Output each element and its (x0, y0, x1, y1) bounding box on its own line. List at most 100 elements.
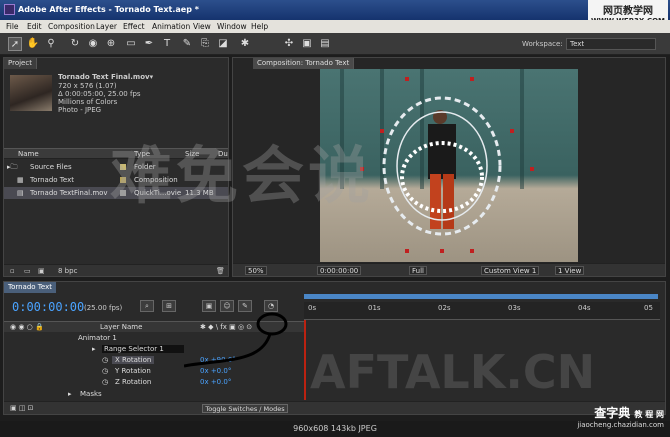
project-row-name: Tornado Text (30, 176, 74, 184)
person-leg-right (443, 174, 454, 229)
stopwatch-icon[interactable]: ◷ (102, 378, 108, 386)
resolution-select[interactable]: Full (409, 266, 427, 275)
chazidian-watermark: 查字典 教 程 网 jiaocheng.chazidian.com (530, 404, 670, 437)
search-icon[interactable]: ⌕ (140, 300, 154, 312)
menu-effect[interactable]: Effect (123, 22, 145, 31)
workspace-label: Workspace: (522, 40, 563, 48)
layer-row[interactable]: ▸ Masks (4, 389, 304, 400)
label-swatch[interactable] (120, 190, 126, 196)
composition-icon: ▦ (17, 176, 24, 184)
mask-tool-icon[interactable]: ▭ (124, 37, 138, 51)
menu-view[interactable]: View (193, 22, 211, 31)
col-duration[interactable]: Du (218, 150, 228, 158)
col-type[interactable]: Type (134, 150, 150, 158)
stopwatch-icon[interactable]: ◷ (102, 356, 108, 364)
ruler-tick: 0s (308, 304, 317, 312)
timeline-footer-icons[interactable]: ▣ ◫ ⊡ (10, 404, 34, 412)
z-rotation-label: Z Rotation (115, 378, 152, 386)
composition-viewer[interactable] (320, 69, 578, 262)
timeline-panel: Tornado Text 0:00:00:00 (25.00 fps) ⌕ ⊞ … (3, 281, 666, 415)
project-row-type: Folder (134, 163, 156, 171)
project-row-selected[interactable]: ▤ Tornado TextFinal.mov QuickTi...ovie 1… (4, 187, 228, 199)
workspace-select[interactable]: Text (566, 38, 656, 50)
person-leg-left (430, 174, 441, 229)
menu-animation[interactable]: Animation (152, 22, 190, 31)
y-rotation-label: Y Rotation (115, 367, 151, 375)
mask-handle (380, 129, 384, 133)
project-row-name: Tornado TextFinal.mov (30, 189, 108, 197)
camera-tool-icon[interactable]: ◉ (86, 37, 100, 51)
av-features-icon: ◉ ◉ ○ 🔒 (10, 323, 44, 331)
ruler-tick: 03s (508, 304, 521, 312)
label-swatch[interactable] (120, 164, 126, 170)
mask-handle (470, 77, 474, 81)
composition-footer: 50% 0:00:00:00 Full Custom View 1 1 View (233, 263, 665, 276)
col-name[interactable]: Name (18, 150, 39, 158)
tab-project-label: Project (8, 59, 32, 67)
brush-tool-icon[interactable]: ✎ (180, 37, 194, 51)
tab-timeline[interactable]: Tornado Text (4, 282, 56, 293)
axis-icon[interactable]: ✣ (282, 37, 296, 51)
menu-help[interactable]: Help (251, 22, 268, 31)
eraser-tool-icon[interactable]: ◪ (216, 37, 230, 51)
hand-tool-icon[interactable]: ✋ (26, 37, 40, 51)
tab-composition[interactable]: Composition: Tornado Text (253, 58, 355, 69)
interpret-footage-icon[interactable]: ▫ (10, 267, 15, 275)
zoom-select[interactable]: 50% (245, 266, 267, 275)
project-column-header: Name Type Size Du (4, 148, 228, 159)
clone-tool-icon[interactable]: ⎘ (198, 37, 212, 51)
menu-file[interactable]: File (6, 22, 19, 31)
comp-mini-flowchart-icon[interactable]: ⊞ (162, 300, 176, 312)
mask-handle (510, 129, 514, 133)
label-swatch[interactable] (120, 177, 126, 183)
movie-icon: ▤ (17, 189, 24, 197)
tab-composition-label: Composition: Tornado Text (257, 59, 350, 67)
time-ruler[interactable]: 0s 01s 02s 03s 04s 05 (304, 302, 660, 320)
bpc-label[interactable]: 8 bpc (58, 267, 77, 275)
pan-behind-tool-icon[interactable]: ⊕ (104, 37, 118, 51)
new-comp-icon[interactable]: ▣ (38, 267, 45, 275)
puppet-tool-icon[interactable]: ✱ (238, 37, 252, 51)
project-row[interactable]: ▦ Tornado Text Composition (4, 174, 228, 186)
col-layer-name[interactable]: Layer Name (100, 323, 142, 331)
menu-bar: File Edit Composition Layer Effect Anima… (0, 20, 670, 33)
col-size[interactable]: Size (185, 150, 199, 158)
project-row[interactable]: ▸🗀 Source Files Folder (4, 161, 228, 173)
timeline-fps: (25.00 fps) (84, 304, 123, 312)
project-row-size: 11.3 MB (185, 189, 214, 197)
rotate-tool-icon[interactable]: ↻ (68, 37, 82, 51)
new-folder-icon[interactable]: ▭ (24, 267, 31, 275)
menu-composition[interactable]: Composition (48, 22, 95, 31)
menu-edit[interactable]: Edit (27, 22, 42, 31)
current-time-indicator[interactable] (304, 320, 306, 400)
selection-tool-icon[interactable]: ➚ (8, 37, 22, 51)
menu-layer[interactable]: Layer (96, 22, 117, 31)
stopwatch-icon[interactable]: ◷ (102, 367, 108, 375)
zoom-tool-icon[interactable]: ⚲ (44, 37, 58, 51)
ruler-tick: 02s (438, 304, 451, 312)
tab-project[interactable]: Project (4, 58, 37, 69)
trash-icon[interactable]: 🗑 (216, 267, 225, 275)
comp-timecode[interactable]: 0:00:00:00 (317, 266, 362, 275)
chazidian-name: 查字典 (594, 406, 631, 420)
ruler-tick: 01s (368, 304, 381, 312)
toggle-switches-modes-button[interactable]: Toggle Switches / Modes (202, 404, 288, 413)
pen-tool-icon[interactable]: ✒ (142, 37, 156, 51)
expand-icon[interactable]: ▸ (92, 345, 96, 353)
axis-mode-icon[interactable]: ▣ (300, 37, 314, 51)
menu-window[interactable]: Window (217, 22, 247, 31)
timeline-timecode[interactable]: 0:00:00:00 (12, 300, 84, 314)
view-count-select[interactable]: 1 View (555, 266, 585, 275)
footage-name[interactable]: Tornado Text Final.mov▾ (58, 73, 153, 81)
chazidian-sub: 教 程 网 (634, 410, 664, 419)
footage-info-1: 720 x 576 (1.07) (58, 82, 117, 90)
expand-icon[interactable]: ▸ (68, 390, 72, 398)
mask-handle (440, 249, 444, 253)
work-area-bar[interactable] (304, 294, 658, 299)
axis-mode-2-icon[interactable]: ▤ (318, 37, 332, 51)
composition-panel: Composition: Tornado Text 50% 0:00:00:00… (232, 57, 666, 277)
x-rotation-label: X Rotation (112, 356, 155, 364)
mask-handle (405, 249, 409, 253)
view-select[interactable]: Custom View 1 (481, 266, 540, 275)
type-tool-icon[interactable]: T (160, 37, 174, 51)
